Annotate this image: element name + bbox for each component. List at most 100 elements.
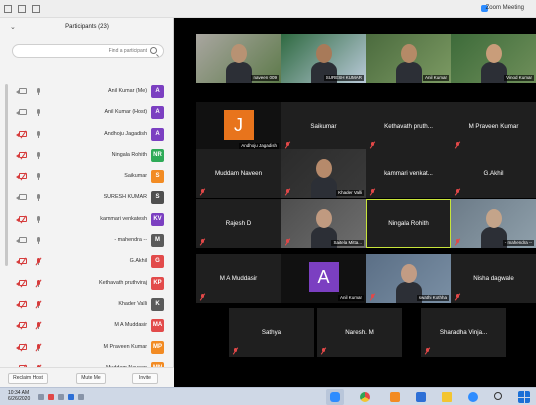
mic-muted-icon[interactable] xyxy=(35,279,42,288)
mic-muted-icon[interactable] xyxy=(35,257,42,266)
mic-icon[interactable] xyxy=(36,173,41,181)
taskbar-store-app[interactable] xyxy=(412,389,430,405)
video-tile[interactable]: Nisha dagwale xyxy=(451,254,536,303)
language-icon[interactable] xyxy=(78,394,84,400)
taskbar-chrome-app[interactable] xyxy=(356,389,374,405)
video-tile[interactable]: M A Muddasir xyxy=(196,254,281,303)
video-tile[interactable]: swathi Kothha xyxy=(366,254,451,303)
store-icon xyxy=(416,392,426,402)
video-tile[interactable]: naveen 009 xyxy=(196,34,281,83)
participant-row[interactable]: Anil Kumar (Me) A xyxy=(0,82,174,103)
participant-search[interactable] xyxy=(12,44,164,58)
windows-start-button[interactable] xyxy=(518,391,530,403)
camera-icon[interactable] xyxy=(16,88,27,94)
video-tile[interactable]: Naresh. M xyxy=(317,308,402,357)
video-tile[interactable]: Kethavath pruth... xyxy=(366,102,451,151)
invite-button[interactable]: Invite xyxy=(132,373,158,384)
mic-icon[interactable] xyxy=(36,109,41,117)
participant-row[interactable]: Andhoju Jagadish A xyxy=(0,125,174,146)
mic-icon[interactable] xyxy=(36,88,41,95)
camera-icon[interactable] xyxy=(16,237,27,244)
camera-off-icon[interactable] xyxy=(16,300,27,309)
mic-muted-icon[interactable] xyxy=(35,343,42,352)
mic-icon[interactable] xyxy=(36,130,41,138)
camera-off-icon[interactable] xyxy=(16,343,27,352)
window-controls xyxy=(2,2,56,16)
participant-row[interactable]: kammari venkatesh KV xyxy=(0,210,174,231)
volume-icon[interactable] xyxy=(58,394,64,400)
participant-row[interactable]: Saikumar S xyxy=(0,167,174,188)
participant-row[interactable]: M Praveen Kumar MP xyxy=(0,338,174,359)
person-silhouette xyxy=(311,177,337,198)
video-tile[interactable]: - mahendra -- xyxy=(451,199,536,248)
camera-off-icon[interactable] xyxy=(16,215,27,224)
maximize-icon[interactable] xyxy=(18,5,26,13)
participant-row[interactable]: Kethavath pruthviraj KP xyxy=(0,274,174,295)
mic-muted-icon[interactable] xyxy=(35,300,42,309)
participant-row[interactable]: M A Muddasir MA xyxy=(0,316,174,337)
camera-off-icon[interactable] xyxy=(16,172,27,181)
participant-row[interactable]: Anil Kumar (Host) A xyxy=(0,103,174,124)
reclaim-host-button[interactable]: Reclaim Host xyxy=(8,373,48,384)
tile-name-label: naveen 009 xyxy=(251,75,279,81)
participant-row[interactable]: SURESH KUMAR S xyxy=(0,188,174,209)
tile-name: Muddam Naveen xyxy=(214,170,263,177)
mic-muted-icon[interactable] xyxy=(35,321,42,330)
tile-name: kammari venkat... xyxy=(384,170,433,177)
participant-name: kammari venkatesh xyxy=(100,215,147,222)
video-tile[interactable]: Saikumar xyxy=(281,102,366,151)
camera-off-icon[interactable] xyxy=(16,279,27,288)
camera-icon[interactable] xyxy=(16,109,27,116)
video-tile[interactable]: Rajesh D xyxy=(196,199,281,248)
camera-icon[interactable] xyxy=(16,194,27,201)
camera-off-icon[interactable] xyxy=(16,130,27,139)
minimize-icon[interactable] xyxy=(32,5,40,13)
mic-icon[interactable] xyxy=(36,215,41,223)
tray-clock[interactable]: 10:34 AM 6/26/2020 xyxy=(8,390,30,402)
video-tile[interactable]: Sharadha Vinja... xyxy=(421,308,506,357)
notification-icon[interactable] xyxy=(38,394,44,400)
taskbar-media-app[interactable] xyxy=(386,389,404,405)
video-tile[interactable]: SURESH KUMAR xyxy=(281,34,366,83)
mic-icon[interactable] xyxy=(36,194,41,202)
video-tile[interactable]: M Praveen Kumar xyxy=(451,102,536,151)
video-tile[interactable]: Muddam Naveen xyxy=(196,149,281,198)
title-bar: Zoom Meeting xyxy=(0,0,536,18)
video-tile[interactable]: kammari venkat... xyxy=(366,149,451,198)
network-icon[interactable] xyxy=(48,394,54,400)
participant-row[interactable]: G.Akhil G xyxy=(0,252,174,273)
close-icon[interactable] xyxy=(4,5,12,13)
participant-row[interactable]: - mahendra -- M xyxy=(0,231,174,252)
taskbar-explorer-app[interactable] xyxy=(438,389,456,405)
tile-name: Sharadha Vinja... xyxy=(439,329,488,336)
taskbar-zoom-app[interactable] xyxy=(326,389,344,405)
search-icon xyxy=(150,47,157,54)
mute-me-button[interactable]: Mute Me xyxy=(76,373,106,384)
camera-off-icon[interactable] xyxy=(16,151,27,160)
battery-icon[interactable] xyxy=(68,394,74,400)
camera-off-icon[interactable] xyxy=(16,321,27,330)
video-tile[interactable]: Khader Valli xyxy=(281,149,366,198)
camera-off-icon[interactable] xyxy=(16,257,27,266)
video-tile[interactable]: A Anil Kumar xyxy=(281,254,366,303)
video-tile[interactable]: G.Akhil xyxy=(451,149,536,198)
participant-name: Andhoju Jagadish xyxy=(104,130,147,137)
mic-icon[interactable] xyxy=(36,237,41,245)
video-tile[interactable]: Saitela Mitta... xyxy=(281,199,366,248)
taskbar-edge-app[interactable] xyxy=(464,389,482,405)
video-tile[interactable]: Vinod Kumar xyxy=(451,34,536,83)
participant-row[interactable]: Khader Valli K xyxy=(0,295,174,316)
taskbar-search-app[interactable] xyxy=(490,389,508,405)
video-tile[interactable]: Sathya xyxy=(229,308,314,357)
participant-row[interactable]: Ningala Rohith NR xyxy=(0,146,174,167)
video-tile[interactable]: J Andhoju Jagadish xyxy=(196,102,281,151)
participant-name: G.Akhil xyxy=(129,258,147,265)
video-tile[interactable]: Ningala Rohith xyxy=(366,199,451,248)
search-input[interactable] xyxy=(27,46,147,56)
person-face xyxy=(316,159,332,178)
participant-name: M Praveen Kumar xyxy=(103,343,147,350)
mic-muted-icon xyxy=(199,188,206,196)
mic-icon[interactable] xyxy=(36,151,41,159)
video-tile[interactable]: Anil Kumar xyxy=(366,34,451,83)
avatar: M xyxy=(151,234,164,248)
